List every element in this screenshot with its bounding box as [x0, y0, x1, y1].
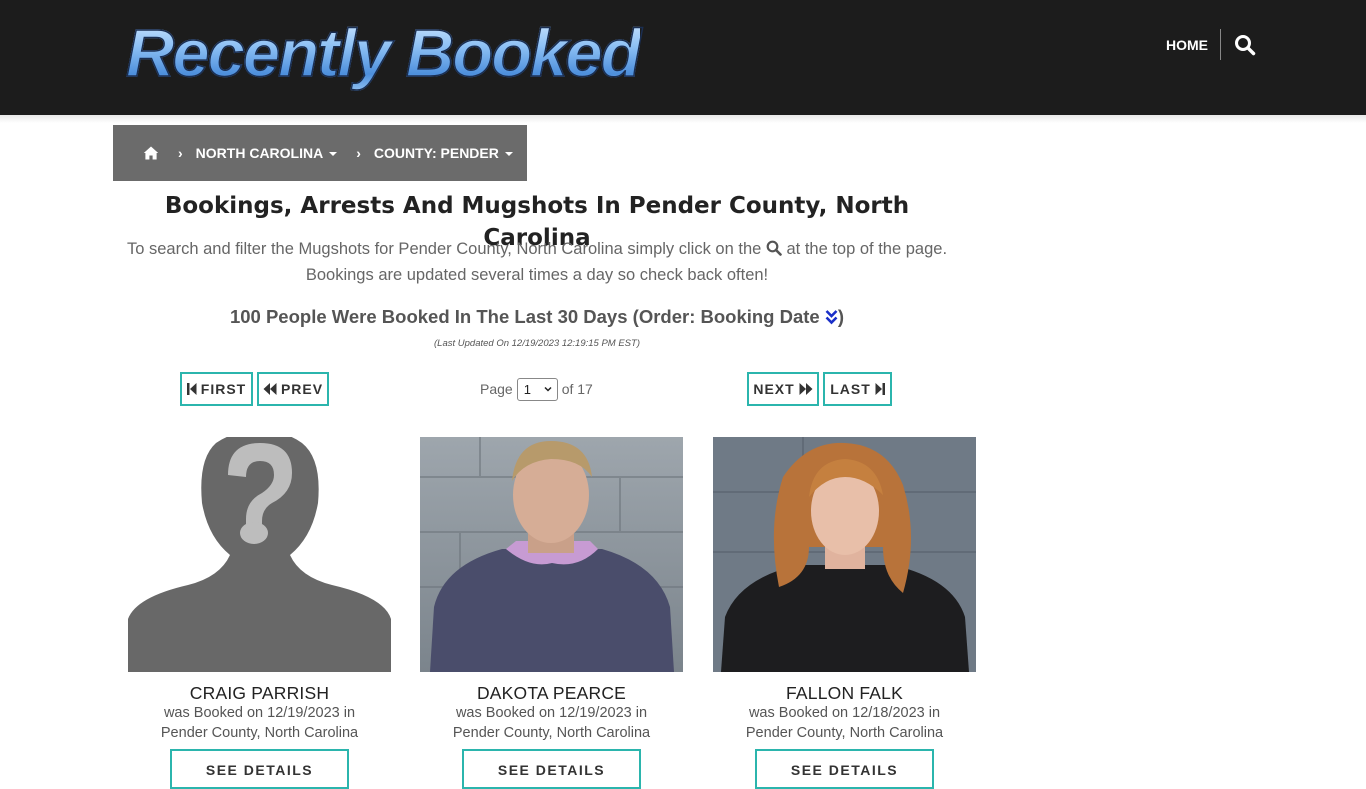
rewind-icon [263, 383, 277, 395]
top-navbar: Recently Booked HOME [0, 0, 1366, 115]
prev-page-button[interactable]: PREV [257, 372, 329, 406]
mugshot-image[interactable] [420, 437, 683, 672]
page-select[interactable]: 1 [516, 377, 558, 401]
chevron-right-icon: › [178, 145, 183, 161]
description-line-2: Bookings are updated several times a day… [305, 266, 769, 284]
breadcrumb: › NORTH CAROLINA › COUNTY: PENDER [113, 125, 527, 181]
description-before: To search and filter the Mugshots for Pe… [126, 240, 762, 258]
nav-home-link[interactable]: HOME [1166, 35, 1208, 55]
last-page-button[interactable]: LAST [823, 372, 892, 406]
booking-date: was Booked on 12/19/2023 in [163, 705, 356, 721]
person-name[interactable]: DAKOTA PEARCE [420, 681, 683, 705]
booking-date: was Booked on 12/18/2023 in [748, 705, 941, 721]
page-description: To search and filter the Mugshots for Pe… [113, 236, 961, 288]
booking-info: was Booked on 12/19/2023 in Pender Count… [118, 703, 401, 743]
chevron-down-icon [544, 386, 552, 392]
first-page-label: FIRST [200, 381, 247, 397]
description-after: at the top of the page. [786, 240, 948, 258]
search-icon [766, 240, 782, 256]
caret-down-icon [504, 152, 513, 156]
booking-count-text: 100 People Were Booked In The Last 30 Da… [229, 306, 820, 327]
breadcrumb-state[interactable]: NORTH CAROLINA [196, 145, 338, 161]
last-updated: (Last Updated On 12/19/2023 12:19:15 PM … [434, 338, 640, 349]
breadcrumb-county[interactable]: COUNTY: PENDER [374, 145, 513, 161]
home-icon[interactable] [143, 146, 159, 160]
description-line-1: To search and filter the Mugshots for Pe… [113, 236, 961, 262]
see-details-button[interactable]: SEE DETAILS [170, 749, 349, 789]
booking-date: was Booked on 12/19/2023 in [455, 705, 648, 721]
booking-location: Pender County, North Carolina [745, 725, 944, 741]
see-details-button[interactable]: SEE DETAILS [755, 749, 934, 789]
nav-divider [1220, 29, 1221, 60]
mugshot-image[interactable] [713, 437, 976, 672]
person-name[interactable]: FALLON FALK [713, 681, 976, 705]
last-page-icon [875, 383, 885, 395]
placeholder-silhouette-image[interactable] [128, 437, 391, 672]
first-page-icon [186, 383, 197, 395]
chevron-right-icon: › [356, 145, 361, 161]
see-details-button[interactable]: SEE DETAILS [462, 749, 641, 789]
search-icon[interactable] [1234, 34, 1256, 56]
caret-down-icon [329, 152, 338, 156]
booking-count-heading: 100 People Were Booked In The Last 30 Da… [113, 303, 961, 331]
breadcrumb-county-label: COUNTY: PENDER [373, 145, 499, 161]
header-shadow [0, 115, 1366, 123]
booking-info: was Booked on 12/19/2023 in Pender Count… [410, 703, 693, 743]
booking-location: Pender County, North Carolina [160, 725, 359, 741]
prev-page-label: PREV [280, 381, 324, 397]
next-page-label: NEXT [753, 381, 795, 397]
page-label: Page [480, 381, 513, 397]
page-select-value: 1 [523, 381, 531, 397]
last-page-label: LAST [830, 381, 871, 397]
breadcrumb-state-label: NORTH CAROLINA [195, 145, 324, 161]
page-selector: Page 1 of 17 [480, 377, 593, 401]
site-logo[interactable]: Recently Booked [125, 14, 642, 94]
person-name[interactable]: CRAIG PARRISH [128, 681, 391, 705]
booking-count-close: ) [837, 306, 845, 327]
booking-info: was Booked on 12/18/2023 in Pender Count… [703, 703, 986, 743]
next-page-button[interactable]: NEXT [747, 372, 819, 406]
double-chevron-down-icon[interactable] [825, 309, 838, 325]
booking-location: Pender County, North Carolina [452, 725, 651, 741]
first-page-button[interactable]: FIRST [180, 372, 253, 406]
fast-forward-icon [799, 383, 813, 395]
page-count: of 17 [561, 381, 593, 397]
